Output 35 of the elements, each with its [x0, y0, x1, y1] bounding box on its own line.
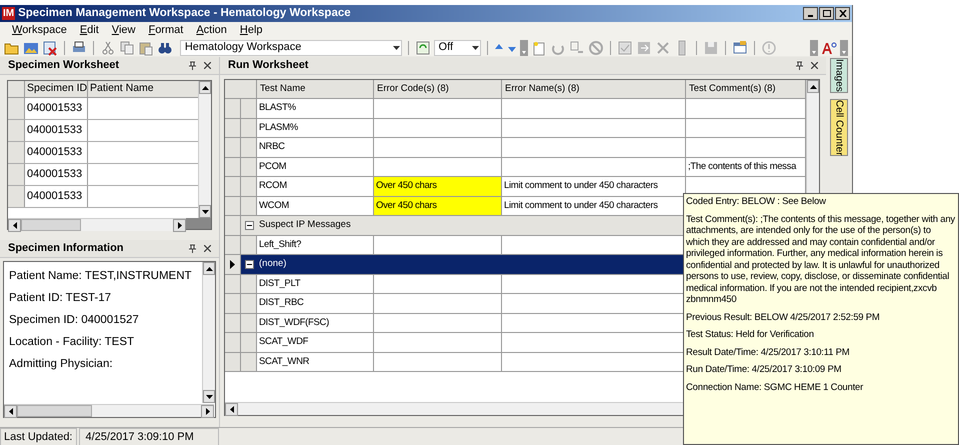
tooltip-text: Test Status: Held for Verification — [686, 329, 815, 340]
info-line: Location - Facility: TEST — [9, 336, 136, 349]
panel-title: Specimen Worksheet — [8, 58, 120, 74]
table-cell: BLAST% — [257, 99, 374, 118]
table-cell: 040001533 — [25, 98, 88, 119]
window-title: Specimen Management Workspace - Hematology Workspace — [18, 6, 351, 21]
table-cell: SCAT_WDF — [257, 333, 374, 352]
tooltip-text: Coded Entry: BELOW : See Below — [686, 196, 827, 208]
table-cell: PLASM% — [257, 118, 374, 137]
info-line: Specimen ID: 040001527 — [9, 314, 140, 327]
panel-title: Run Worksheet — [228, 58, 308, 74]
status-value: 4/25/2017 3:09:10 PM — [78, 428, 218, 445]
status-label: Last Updated: — [0, 428, 76, 445]
tooltip-text: Result Date/Time: 4/25/2017 3:10:11 PM — [686, 346, 850, 358]
table-cell: 040001533 — [25, 120, 88, 141]
table-cell: DIST_WDF(FSC) — [257, 314, 374, 332]
table-cell: Over 450 chars — [374, 177, 502, 196]
info-line: Patient Name: TEST,INSTRUMENT — [9, 270, 193, 283]
table-cell: 040001533 — [25, 164, 88, 185]
tooltip-text: Run Date/Time: 4/25/2017 3:10:09 PM — [686, 364, 842, 376]
tooltip-text: Connection Name: SGMC HEME 1 Counter — [686, 382, 864, 393]
table-cell: DIST_PLT — [257, 274, 374, 293]
table-cell: NRBC — [257, 138, 374, 156]
table-cell: SCAT_WNR — [257, 352, 374, 371]
table-cell: Over 450 chars — [374, 196, 502, 215]
table-cell: PCOM — [257, 158, 374, 176]
info-line: Admitting Physician: — [9, 358, 114, 371]
table-cell: DIST_RBC — [257, 294, 374, 312]
info-line: Patient ID: TEST-17 — [9, 292, 112, 305]
table-cell: Left_Shift? — [257, 236, 374, 254]
table-cell: 040001533 — [25, 186, 88, 207]
table-cell: 040001533 — [25, 142, 88, 163]
tooltip-text: Previous Result: BELOW 4/25/2017 2:52:59 PM — [686, 312, 881, 323]
app-logo: IM — [2, 7, 16, 20]
panel-title: Specimen Information — [8, 241, 124, 256]
